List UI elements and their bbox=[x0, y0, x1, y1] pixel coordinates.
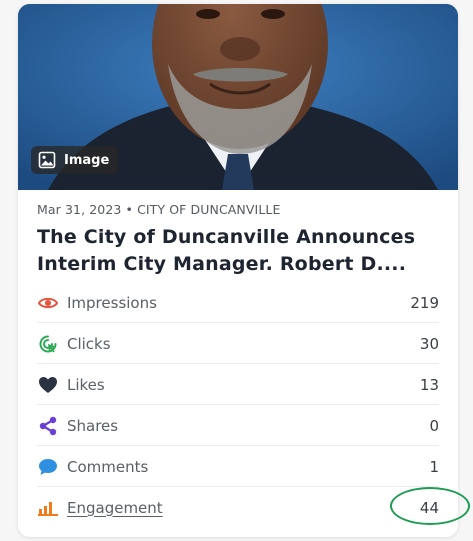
post-title[interactable]: The City of Duncanville Announces Interi… bbox=[37, 224, 437, 278]
stat-label: Impressions bbox=[67, 293, 157, 312]
cursor-click-icon bbox=[37, 333, 59, 355]
bar-chart-icon bbox=[37, 497, 59, 519]
stat-value: 44 bbox=[419, 498, 439, 517]
heart-icon bbox=[37, 374, 59, 396]
stat-label: Likes bbox=[67, 375, 105, 394]
post-meta: Mar 31, 2023 • CITY OF DUNCANVILLE bbox=[37, 202, 280, 217]
meta-separator: • bbox=[125, 202, 133, 217]
media-type-label: Image bbox=[64, 152, 110, 168]
post-source: CITY OF DUNCANVILLE bbox=[137, 202, 281, 217]
post-date: Mar 31, 2023 bbox=[37, 202, 122, 217]
post-image[interactable]: Image bbox=[18, 4, 458, 190]
stat-row-impressions: Impressions 219 bbox=[37, 282, 439, 323]
stat-row-clicks: Clicks 30 bbox=[37, 323, 439, 364]
media-type-badge: Image bbox=[31, 146, 119, 174]
stat-row-likes: Likes 13 bbox=[37, 364, 439, 405]
stat-value: 13 bbox=[419, 375, 439, 394]
stat-label: Comments bbox=[67, 457, 149, 476]
image-icon bbox=[38, 151, 56, 169]
stats-list: Impressions 219 Clicks 30 Likes 13 Share… bbox=[37, 282, 439, 528]
stat-row-comments: Comments 1 bbox=[37, 446, 439, 487]
stat-label: Shares bbox=[67, 416, 119, 435]
stat-value: 30 bbox=[419, 334, 439, 353]
stat-value: 1 bbox=[429, 457, 439, 476]
eye-icon bbox=[37, 292, 59, 314]
comment-icon bbox=[37, 456, 59, 478]
engagement-link[interactable]: Engagement bbox=[67, 499, 420, 517]
stat-row-shares: Shares 0 bbox=[37, 405, 439, 446]
stat-row-engagement[interactable]: Engagement 44 bbox=[37, 487, 439, 528]
share-icon bbox=[37, 415, 59, 437]
post-card[interactable]: Image Mar 31, 2023 • CITY OF DUNCANVILLE… bbox=[18, 4, 458, 537]
stat-value: 0 bbox=[429, 416, 439, 435]
stat-value: 219 bbox=[410, 293, 439, 312]
stat-label: Clicks bbox=[67, 334, 111, 353]
